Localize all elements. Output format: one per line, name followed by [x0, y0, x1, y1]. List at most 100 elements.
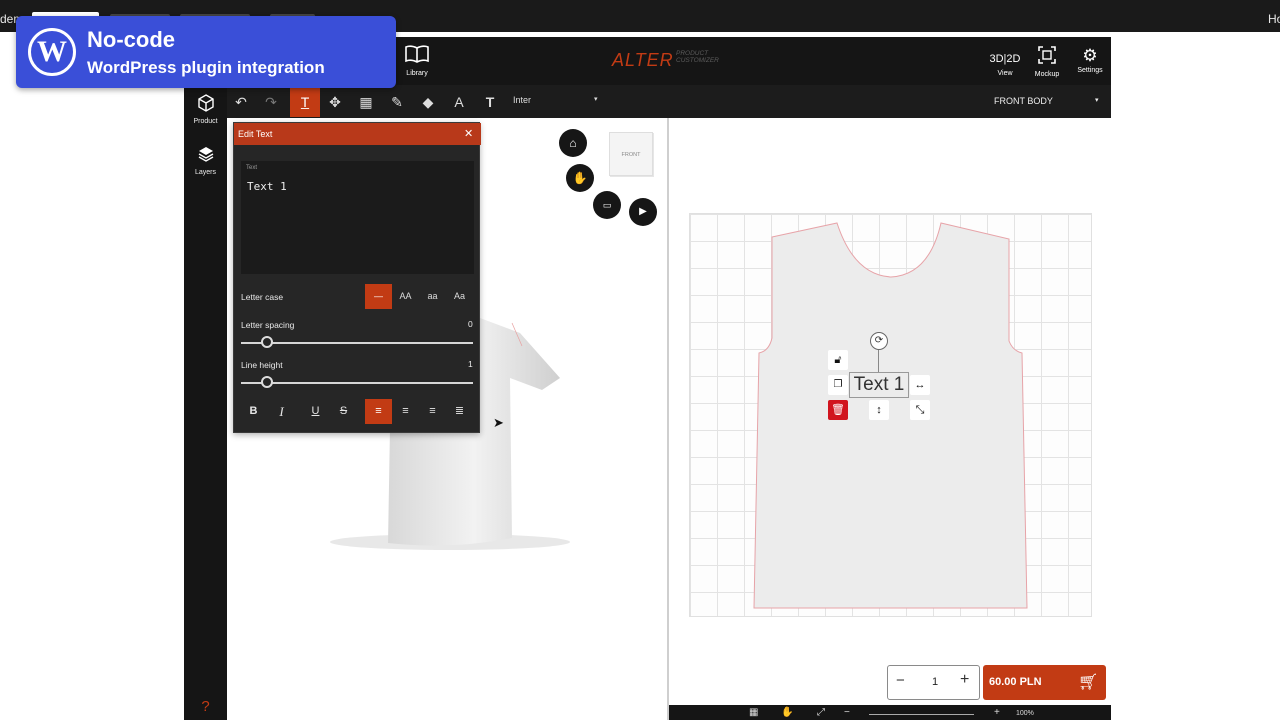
- add-to-cart-button[interactable]: 60.00 PLN 🛒︎: [983, 665, 1106, 700]
- sidebar-item-label: Layers: [194, 169, 216, 176]
- wordpress-banner: W No-code WordPress plugin integration: [16, 16, 396, 88]
- zoom-in-icon[interactable]: +: [994, 707, 1000, 718]
- hand-icon[interactable]: ✋: [781, 707, 793, 718]
- plus-icon[interactable]: +: [960, 671, 969, 689]
- text-tool-icon[interactable]: T̲: [290, 87, 320, 117]
- wordpress-logo: W: [28, 28, 76, 76]
- hand-icon[interactable]: ✋: [566, 164, 594, 192]
- home-icon[interactable]: ⌂: [559, 129, 587, 157]
- sidebar-item-label: Product: [193, 118, 218, 125]
- view-label: View: [997, 70, 1013, 77]
- chevron-down-icon[interactable]: ▾: [1095, 96, 1099, 104]
- duplicate-icon[interactable]: ❐: [828, 375, 848, 395]
- lock-icon[interactable]: 🔓︎: [828, 350, 848, 370]
- undo-icon[interactable]: ↶: [227, 88, 255, 116]
- banner-title: No-code: [87, 27, 175, 52]
- case-lower-button[interactable]: aa: [419, 284, 446, 309]
- cart-icon: 🛒︎: [1078, 674, 1099, 691]
- case-upper-button[interactable]: AA: [392, 284, 419, 309]
- zoom-out-icon[interactable]: −: [844, 707, 850, 718]
- mouse-cursor-icon: ➤: [493, 415, 504, 430]
- edit-text-title: Edit Text: [238, 129, 273, 139]
- price-label: 60.00 PLN: [989, 676, 1042, 688]
- view-3d-2d-icon: 3D|2D: [989, 53, 1021, 65]
- banner-subtitle: WordPress plugin integration: [87, 58, 325, 77]
- play-icon[interactable]: ▶: [629, 198, 657, 226]
- fill-icon[interactable]: ◆: [414, 88, 442, 116]
- chevron-down-icon[interactable]: ▾: [594, 95, 598, 103]
- move-icon[interactable]: ✥: [321, 88, 349, 116]
- pane-divider[interactable]: [667, 118, 669, 720]
- line-height-label: Line height: [241, 360, 283, 370]
- letter-spacing-label: Letter spacing: [241, 320, 295, 330]
- zoom-slider[interactable]: [869, 714, 974, 715]
- redo-icon[interactable]: ↷: [257, 88, 285, 116]
- fit-icon[interactable]: ⤢: [817, 707, 825, 718]
- close-icon[interactable]: ✕: [464, 127, 473, 140]
- mockup-button[interactable]: Mockup: [1032, 45, 1062, 78]
- resize-horizontal-icon[interactable]: ↔: [910, 375, 930, 395]
- settings-label: Settings: [1077, 67, 1103, 74]
- view-toggle-button[interactable]: 3D|2D View: [987, 48, 1023, 77]
- bold-button[interactable]: B: [240, 399, 267, 424]
- align-center-icon[interactable]: ≡: [392, 399, 419, 424]
- text-input[interactable]: Text Text 1: [241, 161, 474, 274]
- resize-vertical-icon[interactable]: ↕: [869, 400, 889, 420]
- settings-button[interactable]: ⚙ Settings: [1074, 45, 1106, 74]
- rotate-icon[interactable]: ⟳: [870, 332, 888, 350]
- text-input-value[interactable]: Text 1: [247, 180, 287, 193]
- help-icon[interactable]: ?: [184, 698, 227, 715]
- align-left-icon[interactable]: ≡: [365, 399, 392, 424]
- pen-icon[interactable]: ✎: [383, 88, 411, 116]
- library-button[interactable]: Library: [402, 44, 432, 77]
- font-select[interactable]: Inter: [513, 95, 603, 105]
- cube-icon: [184, 94, 227, 118]
- measure-icon[interactable]: ▭: [593, 191, 621, 219]
- book-icon: [402, 44, 432, 70]
- grid-icon[interactable]: ▦: [749, 707, 758, 718]
- sidebar-item-product[interactable]: Product: [184, 94, 227, 125]
- brand-subtitle: PRODUCT CUSTOMIZER: [676, 50, 719, 64]
- mockup-label: Mockup: [1034, 71, 1060, 78]
- italic-button[interactable]: I: [268, 399, 295, 424]
- trash-icon[interactable]: 🗑︎: [828, 400, 848, 420]
- library-label: Library: [406, 70, 428, 77]
- gear-icon: ⚙: [1082, 46, 1098, 65]
- align-right-icon[interactable]: ≡: [419, 399, 446, 424]
- letter-spacing-value: 0: [468, 319, 473, 329]
- toolbar: ↶ ↷ T̲ ✥ ▦ ✎ ◆ A T Inter ▾ FRONT BODY ▾: [184, 85, 1111, 118]
- strikethrough-button[interactable]: S: [330, 399, 357, 424]
- line-height-slider[interactable]: [241, 382, 473, 384]
- align-justify-icon[interactable]: ≣: [446, 399, 473, 424]
- shirt-2d-outline[interactable]: [689, 213, 1092, 617]
- case-title-button[interactable]: Aa: [446, 284, 473, 309]
- browser-tab-text[interactable]: Ho: [1268, 12, 1280, 26]
- view-cube[interactable]: FRONT: [609, 132, 653, 176]
- quantity-stepper: − 1 +: [887, 665, 980, 700]
- underline-button[interactable]: U: [302, 399, 329, 424]
- line-height-value: 1: [468, 359, 473, 369]
- font-style-icon[interactable]: A: [445, 88, 473, 116]
- text-object[interactable]: Text 1: [849, 372, 909, 398]
- letter-spacing-thumb[interactable]: [261, 336, 273, 348]
- line-height-thumb[interactable]: [261, 376, 273, 388]
- mockup-icon: [1032, 45, 1062, 71]
- letter-spacing-slider[interactable]: [241, 342, 473, 344]
- grid-icon[interactable]: ▦: [352, 88, 380, 116]
- left-sidebar: Product Layers ?: [184, 85, 227, 720]
- sidebar-item-layers[interactable]: Layers: [184, 145, 227, 176]
- text-input-label: Text: [246, 165, 258, 171]
- rotate-stem: [878, 348, 879, 372]
- letter-case-label: Letter case: [241, 292, 284, 302]
- text-format-icon[interactable]: T: [476, 88, 504, 116]
- quantity-value[interactable]: 1: [916, 676, 954, 688]
- part-select[interactable]: FRONT BODY: [994, 96, 1053, 106]
- zoom-level: 100%: [1016, 710, 1034, 717]
- case-none-button[interactable]: —: [365, 284, 392, 309]
- resize-diagonal-icon[interactable]: ⤡: [910, 400, 930, 420]
- edit-text-header[interactable]: Edit Text ✕: [234, 123, 481, 145]
- brand-logo: ALTER: [612, 50, 674, 70]
- edit-text-panel: Edit Text ✕ Text Text 1 Letter case — AA…: [233, 122, 481, 433]
- bottom-toolbar: ▦ ✋ ⤢ − + 100%: [669, 705, 1111, 720]
- minus-icon[interactable]: −: [896, 672, 905, 689]
